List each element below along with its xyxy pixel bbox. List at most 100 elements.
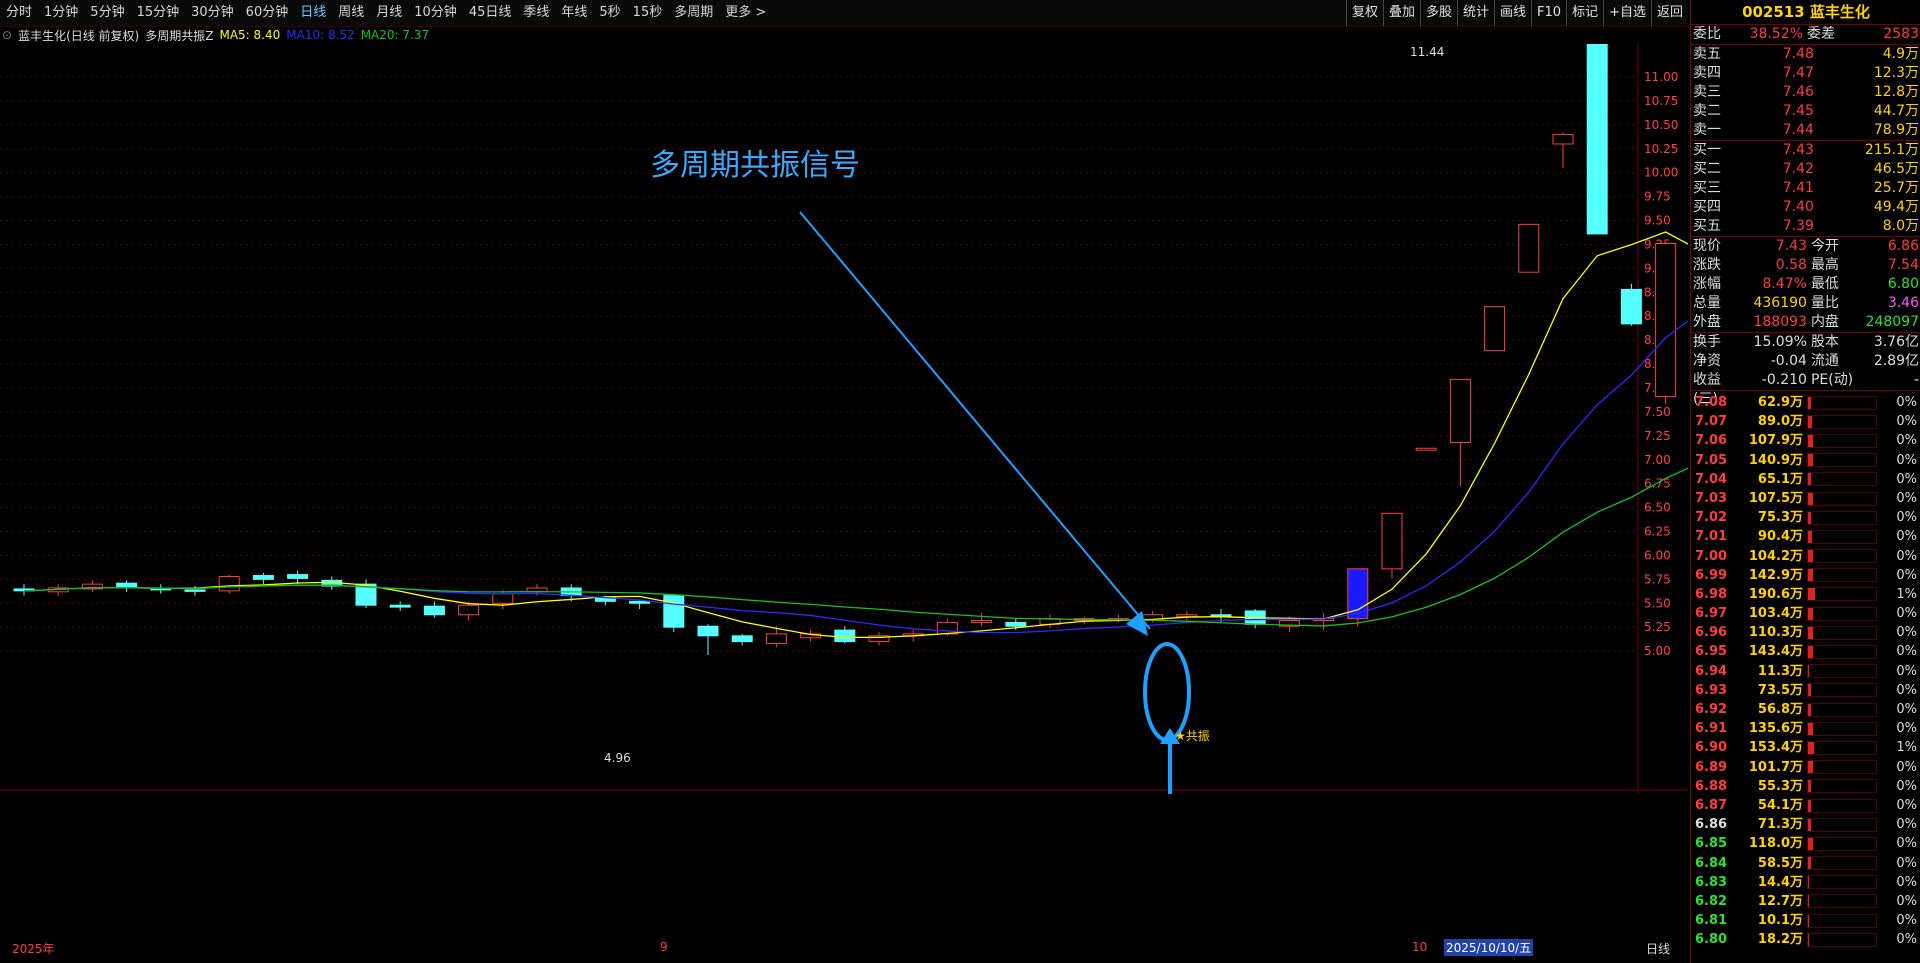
quote-label: 外盘	[1693, 314, 1721, 330]
ma5-value: MA5: 8.40	[219, 28, 281, 42]
candle-down[interactable]	[184, 589, 206, 592]
price-volume-row: 6.92 56.8万 0%	[1691, 700, 1920, 719]
price-tick-label: 5.25	[1644, 620, 1671, 634]
tab-1[interactable]: 1分钟	[38, 0, 84, 26]
tab-12[interactable]: 年线	[555, 0, 593, 26]
kline-chart[interactable]: 11.0010.7510.5010.2510.009.759.509.259.0…	[0, 44, 1688, 794]
fund-label: 收益(三)	[1693, 372, 1721, 407]
pv-percent: 0%	[1896, 644, 1917, 660]
candle-up[interactable]	[492, 593, 514, 604]
candle-down[interactable]	[1005, 621, 1027, 627]
candle-down[interactable]	[731, 635, 753, 643]
candle-down[interactable]	[663, 595, 685, 628]
pv-bar	[1807, 625, 1877, 640]
toolbar-button-8[interactable]: 返回	[1650, 0, 1688, 26]
pv-percent: 0%	[1896, 759, 1917, 775]
bids-row: 买三 7.41 25.7万	[1691, 179, 1920, 198]
toolbar-button-4[interactable]: 画线	[1494, 0, 1531, 26]
tab-3[interactable]: 15分钟	[131, 0, 186, 26]
asks-row: 卖二 7.45 44.7万	[1691, 102, 1920, 121]
tab-16[interactable]: 更多 >	[719, 0, 772, 26]
candle-down[interactable]	[629, 600, 651, 604]
pv-percent: 0%	[1896, 682, 1917, 698]
indicator-name[interactable]: 多周期共振Z	[145, 27, 213, 44]
pv-bar-fill	[1808, 780, 1811, 793]
pv-bar-fill	[1808, 684, 1812, 697]
quote-label2: 今开	[1810, 238, 1839, 254]
candle-up[interactable]	[765, 633, 787, 644]
pv-price: 6.80	[1695, 932, 1728, 948]
pv-percent: 0%	[1896, 625, 1917, 641]
tab-14[interactable]: 15秒	[627, 0, 669, 26]
candle-up[interactable]	[1484, 306, 1506, 352]
bid-book: 买一 7.43 215.1万 买二 7.42 46.5万 买三 7.41 25.7万 买四 7.40…	[1691, 140, 1920, 236]
candle-up[interactable]	[1518, 223, 1540, 273]
pv-volume: 143.4万	[1748, 644, 1803, 660]
pv-price: 6.90	[1695, 740, 1728, 756]
tab-2[interactable]: 5分钟	[84, 0, 130, 26]
tab-5[interactable]: 60分钟	[240, 0, 295, 26]
candle-up[interactable]	[1655, 242, 1677, 398]
pv-bar	[1807, 433, 1877, 448]
tab-0[interactable]: 分时	[0, 0, 38, 26]
price-tick-label: 6.25	[1644, 525, 1671, 539]
bids-label: 买三	[1693, 180, 1721, 196]
stock-header: 002513 蓝丰生化	[1691, 0, 1920, 25]
pv-bar	[1807, 740, 1877, 755]
pv-volume: 140.9万	[1748, 452, 1803, 468]
pv-volume: 190.6万	[1748, 586, 1803, 602]
pv-bar	[1807, 568, 1877, 583]
toolbar-button-6[interactable]: 标记	[1566, 0, 1603, 26]
fund-value2: 3.76亿	[1873, 334, 1919, 350]
candle-down[interactable]	[1586, 44, 1608, 235]
pv-price: 6.92	[1695, 702, 1728, 717]
chart-settings-icon[interactable]: ⊙	[2, 28, 12, 42]
pv-price: 7.01	[1695, 529, 1728, 545]
candle-up[interactable]	[1415, 447, 1437, 451]
candle-up[interactable]	[1381, 512, 1403, 570]
candle-down[interactable]	[834, 629, 856, 643]
candle-down[interactable]	[1620, 288, 1642, 325]
pv-volume: 18.2万	[1757, 932, 1803, 948]
candle-up[interactable]	[1552, 133, 1574, 145]
candle-down[interactable]	[389, 604, 411, 608]
asks-label: 卖二	[1693, 103, 1721, 119]
pv-bar	[1807, 683, 1877, 698]
candle-down[interactable]	[287, 574, 309, 579]
toolbar-button-1[interactable]: 叠加	[1382, 0, 1420, 26]
tab-10[interactable]: 45日线	[463, 0, 518, 26]
toolbar-button-5[interactable]: F10	[1531, 0, 1566, 26]
candle-up[interactable]	[936, 621, 958, 635]
candle-down[interactable]	[423, 605, 445, 616]
tab-13[interactable]: 5秒	[593, 0, 626, 26]
toolbar-button-2[interactable]: 多股	[1419, 0, 1457, 26]
candle-up[interactable]	[971, 620, 993, 623]
candle-up[interactable]	[1449, 378, 1471, 444]
bids-row: 买五 7.39 8.0万	[1691, 217, 1920, 236]
quote-value2: 7.54	[1887, 257, 1919, 273]
high-price-label: 11.44	[1410, 45, 1444, 59]
candle-up[interactable]	[218, 575, 240, 592]
pv-bar-fill	[1808, 492, 1813, 505]
candle-up[interactable]	[458, 604, 480, 616]
tab-9[interactable]: 10分钟	[408, 0, 463, 26]
tab-6[interactable]: 日线	[294, 0, 332, 26]
pv-volume: 12.7万	[1757, 893, 1803, 909]
tab-15[interactable]: 多周期	[668, 0, 719, 26]
tab-4[interactable]: 30分钟	[185, 0, 240, 26]
tool-buttons: 复权 叠加 多股 统计 画线 F10 标记 +自选 返回	[1345, 0, 1688, 26]
pv-bar-fill	[1808, 473, 1812, 486]
tab-8[interactable]: 月线	[370, 0, 408, 26]
candle-down[interactable]	[697, 625, 719, 637]
toolbar-button-0[interactable]: 复权	[1345, 0, 1383, 26]
candle-down[interactable]	[252, 575, 274, 580]
tab-11[interactable]: 季线	[517, 0, 555, 26]
price-volume-row: 6.96 110.3万 0%	[1691, 623, 1920, 642]
fund-label2: 流通	[1810, 353, 1839, 369]
asks-price: 7.48	[1782, 46, 1814, 62]
toolbar-button-3[interactable]: 统计	[1457, 0, 1494, 26]
price-volume-row: 6.81 10.1万 0%	[1691, 911, 1920, 930]
pv-volume: 142.9万	[1748, 567, 1803, 583]
toolbar-button-7[interactable]: +自选	[1603, 0, 1651, 26]
tab-7[interactable]: 周线	[332, 0, 370, 26]
